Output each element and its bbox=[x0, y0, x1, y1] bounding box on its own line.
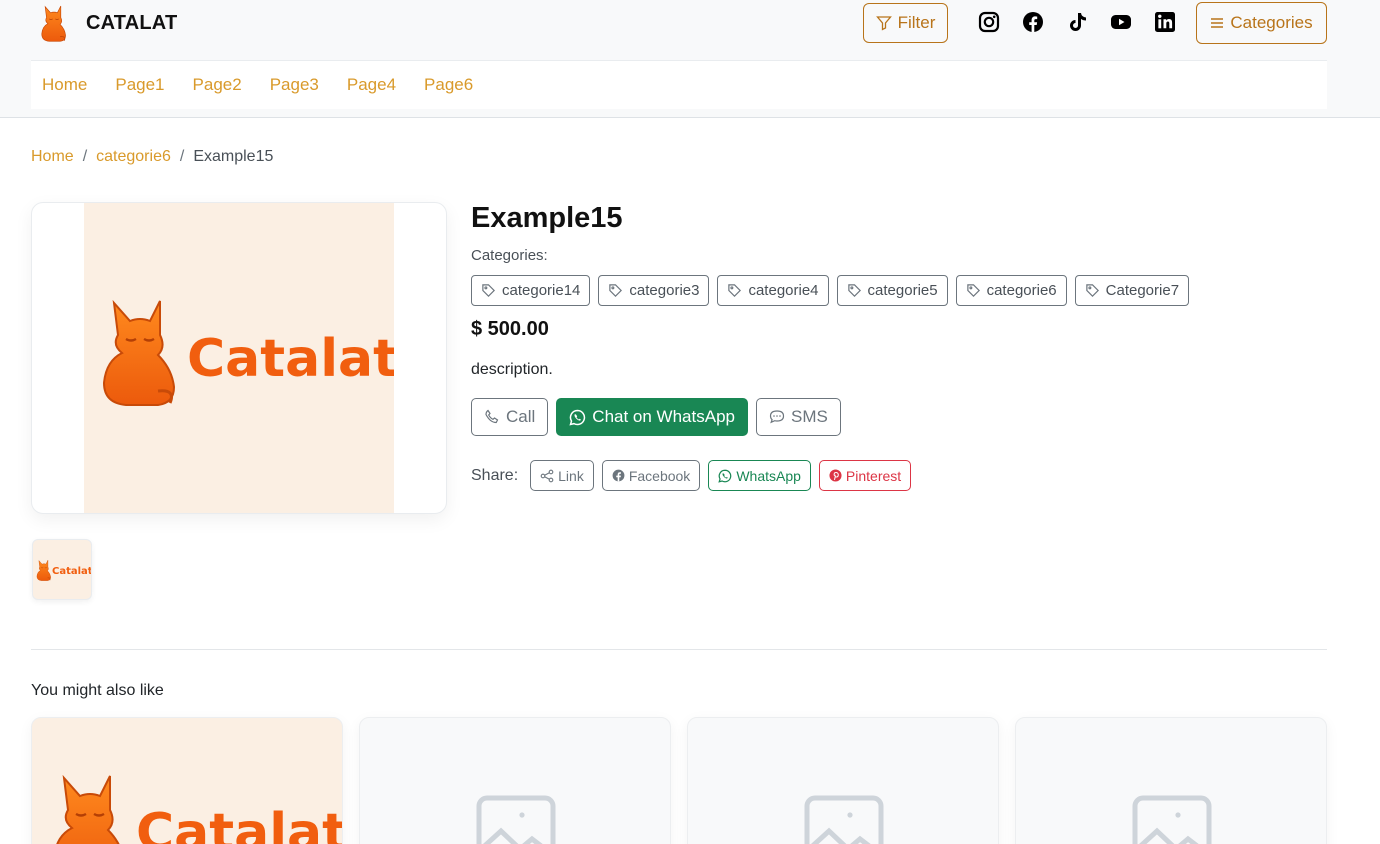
image-placeholder-icon bbox=[1132, 795, 1212, 844]
thumbnail-wordmark: Catalat bbox=[52, 566, 92, 577]
share-link-label: Link bbox=[558, 467, 584, 484]
nav-item-page4[interactable]: Page4 bbox=[347, 75, 396, 95]
main-nav: Home Page1 Page2 Page3 Page4 Page6 bbox=[31, 60, 1327, 109]
brand[interactable]: CATALAT bbox=[36, 4, 177, 42]
related-products: Catalat bbox=[31, 717, 1327, 844]
linkedin-icon[interactable] bbox=[1154, 11, 1176, 33]
breadcrumb-category[interactable]: categorie6 bbox=[96, 148, 171, 166]
card-wordmark: Catalat bbox=[136, 803, 343, 844]
call-button[interactable]: Call bbox=[471, 398, 549, 436]
share-pinterest-button[interactable]: Pinterest bbox=[818, 460, 912, 491]
tag-icon bbox=[608, 283, 623, 298]
pinterest-icon bbox=[829, 469, 842, 482]
facebook-icon[interactable] bbox=[1022, 11, 1044, 33]
whatsapp-icon bbox=[718, 469, 732, 483]
tag-label: Categorie7 bbox=[1105, 282, 1180, 299]
share-facebook-button[interactable]: Facebook bbox=[601, 460, 701, 491]
tag-label: categorie14 bbox=[502, 282, 581, 299]
funnel-icon bbox=[875, 16, 892, 31]
product-card[interactable] bbox=[687, 717, 999, 844]
categories-label: Categories: bbox=[471, 247, 548, 264]
category-tag[interactable]: categorie5 bbox=[836, 275, 948, 306]
product-image-canvas: Catalat bbox=[84, 203, 398, 513]
breadcrumb-separator: / bbox=[82, 148, 88, 165]
categories-label: Categories bbox=[1230, 13, 1313, 32]
product-image-wordmark: Catalat bbox=[187, 329, 394, 389]
share-whatsapp-label: WhatsApp bbox=[736, 467, 801, 484]
tag-icon bbox=[1085, 283, 1100, 298]
social-links bbox=[978, 11, 1176, 33]
share-whatsapp-button[interactable]: WhatsApp bbox=[708, 460, 811, 491]
breadcrumb-home[interactable]: Home bbox=[31, 148, 74, 166]
phone-icon bbox=[485, 409, 499, 424]
sms-button[interactable]: SMS bbox=[756, 398, 841, 436]
tag-label: categorie6 bbox=[986, 282, 1057, 299]
share-pinterest-label: Pinterest bbox=[845, 467, 902, 484]
product-title: Example15 bbox=[471, 202, 623, 234]
tag-label: categorie3 bbox=[629, 282, 700, 299]
share-bar: Share: Link Facebook WhatsApp Pinterest bbox=[471, 460, 912, 491]
tag-label: categorie4 bbox=[748, 282, 819, 299]
contact-actions: Call Chat on WhatsApp SMS bbox=[471, 398, 841, 436]
share-icon bbox=[540, 469, 554, 482]
site-header: CATALAT Filter Categories Home Page1 Pag… bbox=[0, 0, 1380, 118]
product-price: $ 500.00 bbox=[471, 318, 549, 340]
chat-bubble-icon bbox=[769, 410, 785, 424]
nav-item-page6[interactable]: Page6 bbox=[424, 75, 473, 95]
tag-icon bbox=[847, 283, 862, 298]
cat-logo-icon bbox=[36, 4, 72, 42]
breadcrumb-separator: / bbox=[179, 148, 185, 165]
youtube-icon[interactable] bbox=[1110, 11, 1132, 33]
whatsapp-icon bbox=[569, 409, 586, 426]
tag-icon bbox=[481, 283, 496, 298]
categories-button[interactable]: Categories bbox=[1196, 2, 1327, 44]
image-placeholder-icon bbox=[476, 795, 556, 844]
whatsapp-chat-button[interactable]: Chat on WhatsApp bbox=[556, 398, 748, 436]
filter-button[interactable]: Filter bbox=[863, 3, 948, 43]
category-tag[interactable]: Categorie7 bbox=[1074, 275, 1190, 306]
nav-item-page1[interactable]: Page1 bbox=[115, 75, 164, 95]
filter-label: Filter bbox=[897, 13, 936, 32]
brand-name: CATALAT bbox=[86, 11, 178, 34]
product-card[interactable] bbox=[359, 717, 671, 844]
tag-icon bbox=[966, 283, 981, 298]
call-label: Call bbox=[506, 407, 536, 426]
sms-label: SMS bbox=[791, 407, 828, 426]
catalat-logo-image: Catalat bbox=[52, 774, 343, 844]
share-label: Share: bbox=[471, 466, 519, 484]
product-description: description. bbox=[471, 361, 553, 378]
product-card[interactable] bbox=[1015, 717, 1327, 844]
product-thumbnail[interactable]: Catalat bbox=[32, 539, 92, 600]
category-tags: categorie14 categorie3 categorie4 catego… bbox=[471, 275, 1190, 306]
breadcrumb-current: Example15 bbox=[193, 148, 274, 165]
facebook-icon bbox=[612, 469, 625, 482]
category-tag[interactable]: categorie4 bbox=[717, 275, 829, 306]
nav-item-home[interactable]: Home bbox=[42, 75, 87, 95]
product-main-image[interactable]: Catalat bbox=[31, 202, 447, 514]
category-tag[interactable]: categorie14 bbox=[471, 275, 591, 306]
category-tag[interactable]: categorie3 bbox=[598, 275, 710, 306]
catalat-logo-thumbnail: Catalat bbox=[36, 559, 92, 581]
catalat-logo-image: Catalat bbox=[102, 299, 398, 407]
image-placeholder-icon bbox=[804, 795, 884, 844]
product-card[interactable]: Catalat bbox=[31, 717, 343, 844]
menu-icon bbox=[1211, 18, 1224, 28]
whatsapp-chat-label: Chat on WhatsApp bbox=[592, 407, 735, 426]
nav-item-page3[interactable]: Page3 bbox=[270, 75, 319, 95]
instagram-icon[interactable] bbox=[978, 11, 1000, 33]
share-link-button[interactable]: Link bbox=[530, 460, 594, 491]
tag-icon bbox=[727, 283, 742, 298]
share-facebook-label: Facebook bbox=[628, 467, 691, 484]
category-tag[interactable]: categorie6 bbox=[955, 275, 1067, 306]
section-divider bbox=[31, 649, 1327, 650]
breadcrumb: Home / categorie6 / Example15 bbox=[31, 148, 273, 166]
tiktok-icon[interactable] bbox=[1066, 11, 1088, 33]
related-products-title: You might also like bbox=[31, 682, 164, 699]
nav-item-page2[interactable]: Page2 bbox=[193, 75, 242, 95]
tag-label: categorie5 bbox=[867, 282, 938, 299]
